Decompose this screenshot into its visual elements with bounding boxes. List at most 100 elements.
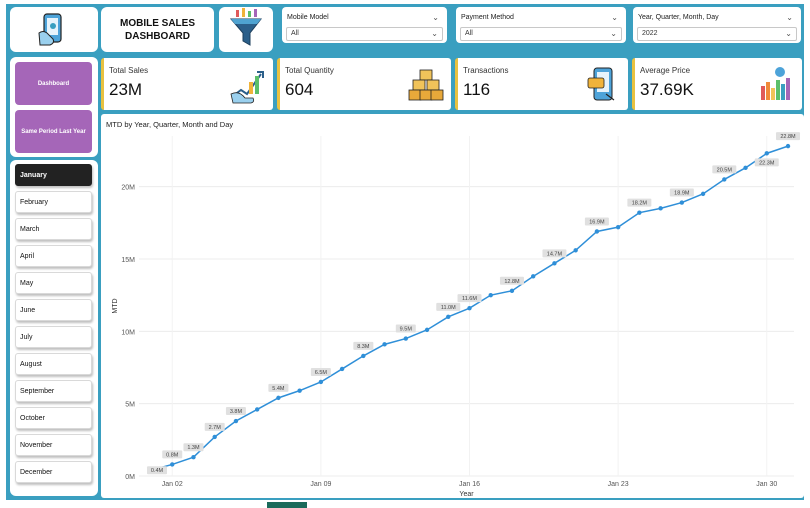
dashboard-title-box: MOBILE SALES DASHBOARD — [101, 7, 214, 52]
y-tick-label: 0M — [125, 474, 135, 481]
data-label: 9.5M — [400, 327, 413, 333]
month-item-may[interactable]: May — [15, 272, 92, 294]
data-point — [615, 224, 621, 230]
nav-panel: Dashboard Same Period Last Year — [10, 57, 98, 157]
data-point — [467, 305, 472, 311]
data-point — [446, 314, 451, 320]
month-item-august[interactable]: August — [15, 353, 92, 375]
data-label: 18.9M — [674, 191, 690, 197]
data-point — [743, 165, 748, 171]
chevron-down-icon[interactable]: ⌄ — [786, 13, 793, 22]
kpi-value: 23M — [109, 80, 143, 99]
kpi-value: 116 — [463, 80, 491, 99]
month-item-march[interactable]: March — [15, 218, 92, 240]
month-item-january[interactable]: January — [15, 164, 92, 186]
month-item-april[interactable]: April — [15, 245, 92, 267]
y-tick-label: 15M — [121, 257, 135, 264]
data-label: 5.4M — [272, 386, 285, 392]
data-label: 3.8M — [230, 409, 243, 415]
data-point — [297, 388, 302, 393]
dashboard-button[interactable]: Dashboard — [15, 62, 92, 105]
month-item-july[interactable]: July — [15, 326, 92, 348]
chevron-down-icon: ⌄ — [610, 29, 617, 38]
bar-chart-icon — [761, 67, 790, 100]
payment-method-slicer[interactable]: Payment Method ⌄ All ⌄ — [456, 7, 626, 43]
mtd-chart: MTD by Year, Quarter, Month and Day 0M 5M… — [101, 114, 804, 498]
app-logo — [10, 7, 98, 52]
x-axis-label: Year — [459, 491, 474, 498]
page-tab-indicator[interactable] — [267, 502, 307, 508]
y-axis-label: MTD — [112, 298, 119, 313]
data-point — [233, 418, 239, 424]
filter-logo — [219, 7, 273, 52]
date-dropdown[interactable]: 2022 ⌄ — [637, 27, 797, 41]
data-label: 0.4M — [151, 468, 164, 474]
data-point — [509, 288, 515, 294]
data-label: 22.3M — [759, 160, 775, 166]
date-slicer[interactable]: Year, Quarter, Month, Day ⌄ 2022 ⌄ — [633, 7, 801, 43]
data-point — [170, 462, 175, 467]
data-label: 18.2M — [632, 201, 648, 207]
month-item-december[interactable]: December — [15, 461, 92, 483]
data-point — [637, 210, 642, 215]
month-item-october[interactable]: October — [15, 407, 92, 429]
data-label: 6.5M — [315, 370, 328, 376]
month-item-february[interactable]: February — [15, 191, 92, 213]
data-label: 14.7M — [547, 251, 563, 257]
data-point — [722, 177, 727, 182]
data-label: 11.0M — [441, 305, 456, 311]
data-point — [658, 206, 663, 211]
data-label: 0.8M — [166, 452, 179, 458]
data-label: 2.7M — [209, 425, 222, 431]
funnel-icon — [229, 8, 263, 46]
y-tick-label: 10M — [121, 329, 135, 336]
data-point — [403, 336, 408, 341]
month-item-november[interactable]: November — [15, 434, 92, 456]
kpi-transactions: Transactions 116 — [455, 58, 628, 110]
kpi-label: Total Quantity — [285, 66, 334, 75]
data-label: 1.3M — [187, 445, 200, 451]
dropdown-value: All — [291, 30, 299, 37]
dashboard-frame: MOBILE SALES DASHBOARD Mobile Model ⌄ Al… — [6, 4, 804, 500]
data-label: 11.6M — [462, 296, 477, 302]
month-slicer: January February March April May June July Augu… — [10, 160, 98, 496]
y-tick-label: 20M — [121, 185, 135, 192]
mobile-payment-icon — [38, 13, 62, 46]
mtd-line-chart: 0M 5M 10M 15M 20M Jan 02 Jan 09 Jan 16 Jan 23 Jan… — [112, 132, 800, 498]
data-point — [488, 292, 493, 298]
data-point — [361, 353, 366, 359]
month-item-june[interactable]: June — [15, 299, 92, 321]
payment-method-dropdown[interactable]: All ⌄ — [460, 27, 622, 41]
mobile-model-dropdown[interactable]: All ⌄ — [286, 27, 443, 41]
x-tick-label: Jan 16 — [459, 481, 480, 488]
data-point — [339, 366, 345, 372]
data-point — [552, 261, 557, 266]
kpi-label: Average Price — [640, 66, 691, 75]
data-point — [594, 229, 600, 234]
x-tick-label: Jan 02 — [162, 481, 183, 488]
data-label: 16.9M — [589, 219, 605, 225]
kpi-label: Transactions — [463, 66, 509, 75]
same-period-last-year-button[interactable]: Same Period Last Year — [15, 110, 92, 153]
data-point — [573, 248, 578, 253]
data-label: 20.5M — [717, 167, 733, 173]
dashboard-title: MOBILE SALES DASHBOARD — [119, 17, 195, 42]
sales-growth-icon — [230, 71, 264, 104]
slicer-label: Mobile Model — [287, 14, 329, 21]
data-point — [212, 434, 217, 440]
chevron-down-icon[interactable]: ⌄ — [611, 13, 618, 22]
y-tick-label: 5M — [125, 402, 135, 409]
data-label: 8.3M — [357, 344, 370, 350]
mobile-model-slicer[interactable]: Mobile Model ⌄ All ⌄ — [282, 7, 447, 43]
data-point — [382, 342, 387, 347]
kpi-label: Total Sales — [109, 66, 149, 75]
data-point — [531, 274, 536, 279]
data-point — [318, 379, 324, 385]
x-tick-label: Jan 23 — [608, 481, 629, 488]
chevron-down-icon[interactable]: ⌄ — [432, 13, 439, 22]
kpi-value: 604 — [285, 80, 314, 99]
chevron-down-icon: ⌄ — [431, 29, 438, 38]
month-item-september[interactable]: September — [15, 380, 92, 402]
kpi-total-quantity: Total Quantity 604 — [277, 58, 451, 110]
boxes-icon — [408, 69, 444, 101]
